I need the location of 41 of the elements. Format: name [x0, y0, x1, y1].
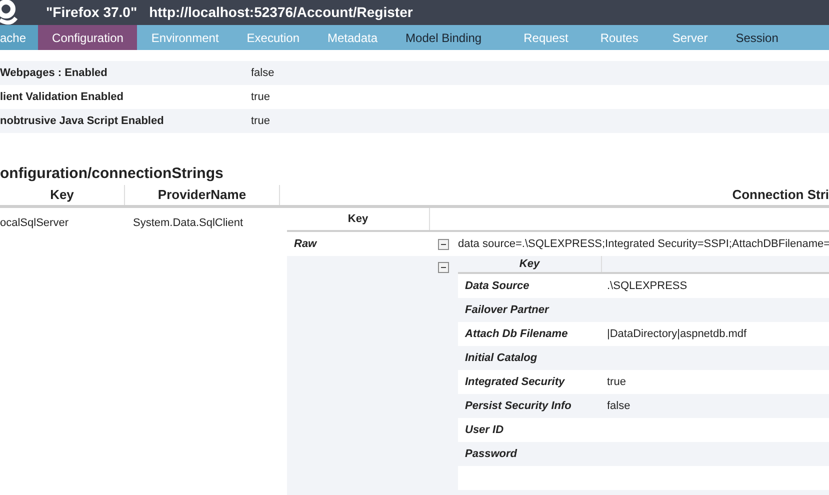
- section-title: onfiguration/connectionStrings: [0, 165, 224, 183]
- property-key: Integrated Security: [458, 374, 607, 390]
- setting-key: lient Validation Enabled: [0, 88, 251, 106]
- setting-value: true: [251, 114, 270, 129]
- column-header: ProviderName: [125, 185, 280, 205]
- column-header: Key: [0, 185, 125, 205]
- table-cell-text: ocalSqlServer: [0, 216, 70, 231]
- property-key: Password: [458, 446, 607, 462]
- setting-key: Webpages : Enabled: [0, 64, 251, 82]
- setting-key: nobtrusive Java Script Enabled: [0, 112, 251, 130]
- property-key: Attach Db Filename: [458, 326, 607, 342]
- property-key: Initial Catalog: [458, 350, 607, 366]
- row-key: Raw: [287, 236, 438, 252]
- column-header: Key: [458, 256, 602, 272]
- tab[interactable]: Server: [658, 25, 722, 50]
- setting-value: false: [251, 66, 274, 81]
- table-cell-text: System.Data.SqlClient: [133, 216, 244, 231]
- collapse-icon[interactable]: [438, 262, 449, 273]
- tab[interactable]: Configuration: [38, 25, 138, 50]
- property-value: |DataDirectory|aspnetdb.mdf: [607, 326, 747, 342]
- property-key: Persist Security Info: [458, 398, 607, 414]
- tab[interactable]: Session: [722, 25, 792, 50]
- tab[interactable]: Environment: [137, 25, 233, 50]
- browser-name: "Firefox 37.0": [46, 3, 138, 22]
- property-value: true: [607, 374, 626, 390]
- property-key: User ID: [458, 422, 607, 438]
- collapse-icon[interactable]: [438, 238, 449, 250]
- column-header: Connection Stri: [731, 186, 829, 204]
- setting-value: true: [251, 90, 270, 105]
- tab[interactable]: Metadata: [314, 25, 392, 50]
- property-key: Data Source: [458, 278, 607, 294]
- property-value: false: [607, 398, 630, 414]
- page-url: http://localhost:52376/Account/Register: [149, 3, 413, 22]
- tab[interactable]: Model Binding: [392, 25, 496, 50]
- column-header: Key: [287, 208, 430, 230]
- tab[interactable]: Routes: [586, 25, 652, 50]
- tab[interactable]: Execution: [232, 25, 314, 50]
- tab[interactable]: Request: [510, 25, 582, 50]
- property-value: .\SQLEXPRESS: [607, 278, 688, 294]
- tab[interactable]: ache: [0, 25, 38, 50]
- property-key: Failover Partner: [458, 302, 607, 318]
